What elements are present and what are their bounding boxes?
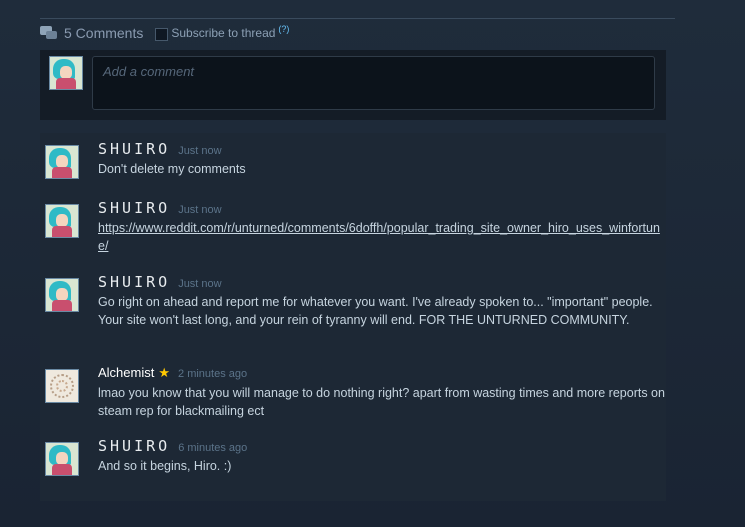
- comment-author[interactable]: Alchemist: [98, 362, 154, 384]
- comments-header: 5 Comments Subscribe to thread (?): [40, 23, 289, 43]
- comment-timestamp: 6 minutes ago: [178, 442, 248, 454]
- header-divider: [40, 18, 675, 19]
- comment-timestamp: Just now: [178, 145, 222, 157]
- comment-text: And so it begins, Hiro. :): [98, 459, 232, 473]
- help-link[interactable]: (?): [278, 24, 289, 34]
- avatar[interactable]: [49, 56, 83, 90]
- subscribe-control[interactable]: Subscribe to thread (?): [155, 24, 289, 41]
- avatar[interactable]: [45, 145, 79, 179]
- comment-text: Go right on ahead and report me for what…: [98, 295, 653, 327]
- comment-thread: SHUIRO Just now Don't delete my comments…: [40, 133, 666, 501]
- comment-input[interactable]: Add a comment: [92, 56, 655, 110]
- comment-text: Don't delete my comments: [98, 162, 246, 176]
- comment-author[interactable]: SHUIRO: [98, 271, 170, 293]
- comment-count: 5 Comments: [64, 25, 144, 41]
- comment-author[interactable]: SHUIRO: [98, 435, 170, 457]
- avatar[interactable]: [45, 204, 79, 238]
- comment-timestamp: 2 minutes ago: [178, 368, 248, 380]
- subscribe-label[interactable]: Subscribe to thread: [171, 26, 275, 40]
- comments-icon: [40, 26, 58, 40]
- avatar[interactable]: [45, 369, 79, 403]
- comment-author[interactable]: SHUIRO: [98, 197, 170, 219]
- avatar[interactable]: [45, 278, 79, 312]
- star-icon: ★: [158, 365, 171, 380]
- subscribe-checkbox[interactable]: [155, 27, 169, 41]
- comment-composer: Add a comment: [40, 50, 666, 120]
- comment-timestamp: Just now: [178, 278, 222, 290]
- comment-timestamp: Just now: [178, 204, 222, 216]
- comment-link[interactable]: https://www.reddit.com/r/unturned/commen…: [98, 221, 660, 253]
- avatar[interactable]: [45, 442, 79, 476]
- comment-text: lmao you know that you will manage to do…: [98, 386, 665, 418]
- comment-author[interactable]: SHUIRO: [98, 138, 170, 160]
